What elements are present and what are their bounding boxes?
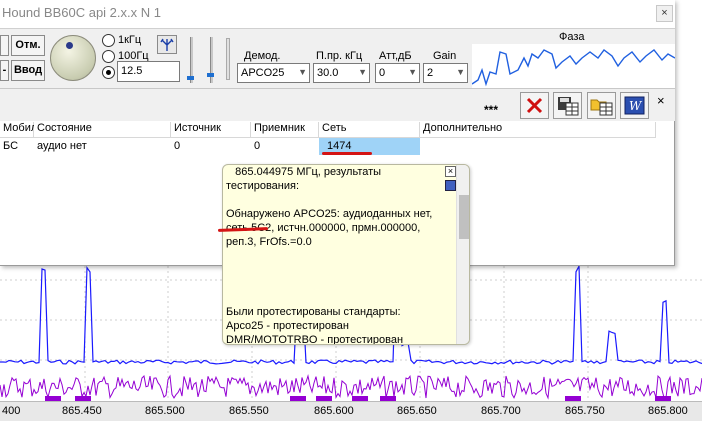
phase-label: Фаза [559, 31, 585, 43]
demod-value: APCO25 [241, 67, 285, 79]
freq-tick-label: 865.450 [62, 405, 102, 417]
chevron-down-icon: ▼ [298, 67, 307, 77]
step-100hz-radio[interactable] [102, 50, 115, 63]
step-custom-radio[interactable] [102, 66, 115, 79]
column-header[interactable]: Приемник [251, 122, 319, 138]
gain-select[interactable]: 2 ▼ [423, 63, 468, 83]
chevron-down-icon: ▼ [358, 67, 367, 77]
level-meter [226, 38, 230, 80]
word-export-icon: W [624, 96, 645, 115]
toolbar-close-button[interactable]: × [657, 93, 665, 108]
table-cell[interactable]: 0 [251, 138, 319, 155]
bandwidth-value: 30.0 [317, 67, 339, 79]
noise-trace [0, 374, 702, 400]
step-1khz-label: 1кГц [118, 34, 142, 46]
scrollbar-thumb[interactable] [459, 195, 469, 239]
freq-tick-label: 865.750 [565, 405, 605, 417]
freq-tick-label: 865.600 [314, 405, 354, 417]
freq-tick-label: 865.550 [229, 405, 269, 417]
freq-tick-label: 865.500 [145, 405, 185, 417]
antenna-icon [160, 38, 174, 51]
demod-select[interactable]: APCO25 ▼ [237, 63, 310, 83]
bandwidth-label: П.пр. кГц [316, 50, 363, 62]
bandwidth-select[interactable]: 30.0 ▼ [313, 63, 370, 83]
test-results-text: 865.044975 МГц, результаты тестирования:… [226, 166, 433, 345]
title-bar[interactable]: Hound BB60C api 2.x.x N 1 × [0, 0, 675, 28]
freq-tick-label: 400 [2, 405, 21, 417]
column-header[interactable]: Дополнительно [420, 122, 656, 138]
phase-trace [471, 49, 676, 87]
tuning-knob[interactable] [50, 35, 96, 81]
results-toolbar: *** W × [0, 88, 675, 121]
window-title: Hound BB60C api 2.x.x N 1 [2, 5, 161, 20]
folder-table-icon [590, 99, 613, 116]
popup-close-button[interactable]: × [445, 166, 456, 177]
annotation-underline [322, 152, 372, 155]
column-header[interactable]: Мобил [0, 122, 37, 138]
attenuation-label: Атт,дБ [379, 50, 412, 62]
squelch-slider-thumb[interactable] [207, 73, 214, 77]
step-1khz-radio[interactable] [102, 34, 115, 47]
freq-tick-label: 865.800 [648, 405, 688, 417]
enter-button[interactable]: Ввод [11, 60, 45, 81]
attenuation-select[interactable]: 0 ▼ [375, 63, 420, 83]
knob-indicator [66, 42, 73, 49]
step-value-field[interactable]: 12.5 [117, 61, 180, 82]
cancel-button[interactable]: Отм. [11, 35, 45, 56]
table-cell[interactable]: 0 [171, 138, 251, 155]
left-top-button[interactable] [0, 35, 9, 56]
status-stars: *** [484, 103, 499, 117]
window-close-button[interactable]: × [656, 5, 673, 22]
svg-text:W: W [629, 99, 643, 113]
open-table-button[interactable] [587, 92, 616, 119]
chevron-down-icon: ▼ [408, 67, 417, 77]
delete-button[interactable] [520, 92, 549, 119]
table-cell[interactable]: аудио нет [34, 138, 171, 155]
freq-tick-label: 865.700 [481, 405, 521, 417]
column-header[interactable]: Источник [171, 122, 251, 138]
attenuation-value: 0 [379, 67, 386, 79]
column-header[interactable]: Сеть [319, 122, 420, 138]
gain-value: 2 [427, 67, 434, 79]
table-cell[interactable] [420, 138, 656, 155]
antenna-button[interactable] [157, 35, 177, 54]
export-word-button[interactable]: W [620, 92, 649, 119]
volume-slider-thumb[interactable] [187, 76, 194, 80]
left-bottom-button[interactable]: - [0, 60, 9, 81]
demod-label: Демод. [244, 50, 281, 62]
column-header[interactable]: Состояние [34, 122, 171, 138]
save-table-button[interactable] [553, 92, 582, 119]
results-table: Мобил Состояние Источник Приемник Сеть Д… [0, 122, 656, 156]
gain-label: Gain [433, 50, 457, 62]
save-table-icon [558, 97, 579, 116]
table-cell[interactable]: БС [0, 138, 34, 155]
freq-tick-label: 865.650 [397, 405, 437, 417]
chevron-down-icon: ▼ [456, 67, 465, 77]
popup-scrollbar[interactable] [456, 165, 469, 344]
popup-pin-icon[interactable] [445, 180, 456, 191]
test-results-popup: 865.044975 МГц, результаты тестирования:… [222, 164, 470, 345]
phase-display [471, 44, 676, 88]
delete-icon [526, 97, 543, 114]
frequency-axis: 400 865.450 865.500 865.550 865.600 865.… [0, 401, 702, 421]
